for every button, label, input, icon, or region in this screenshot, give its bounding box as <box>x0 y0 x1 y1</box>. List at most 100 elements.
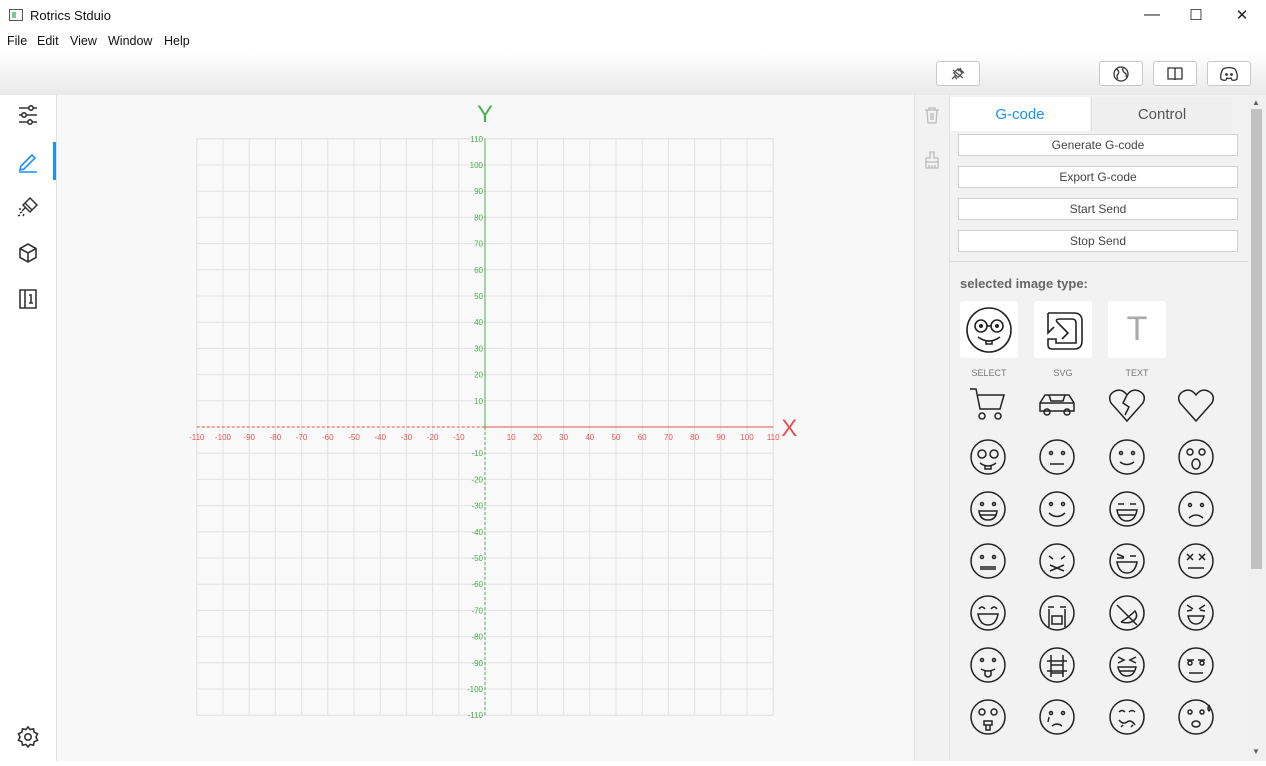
disconnect-button[interactable] <box>936 61 980 86</box>
gallery-item[interactable] <box>966 539 1010 583</box>
menu-file[interactable]: File <box>7 34 27 48</box>
y-tick-label: -60 <box>471 580 483 589</box>
left-sidebar <box>0 95 57 761</box>
close-button[interactable]: ✕ <box>1219 0 1265 30</box>
3d-print-nav-button[interactable] <box>14 239 42 267</box>
crying-face-icon <box>1039 595 1075 631</box>
y-tick-label: 10 <box>474 397 483 406</box>
sick-face-icon <box>1109 699 1145 735</box>
delete-button[interactable] <box>924 106 940 129</box>
window-title: Rotrics Stduio <box>30 8 111 23</box>
gallery-item[interactable] <box>1174 695 1218 739</box>
select-type-label: SELECT <box>971 368 1007 378</box>
x-tick-label: 110 <box>767 433 780 442</box>
settings-nav-button[interactable] <box>14 101 42 129</box>
gallery-item[interactable] <box>1174 435 1218 479</box>
gallery-item[interactable] <box>1174 643 1218 687</box>
x-tick-label: 30 <box>559 433 568 442</box>
gallery-item[interactable] <box>1174 487 1218 531</box>
discord-icon <box>1220 66 1238 81</box>
gallery-item[interactable] <box>966 435 1010 479</box>
tab-control[interactable]: Control <box>1091 97 1232 131</box>
preferences-button[interactable] <box>14 723 42 751</box>
globe-button[interactable] <box>1099 61 1143 86</box>
x-tick-label: -20 <box>427 433 439 442</box>
unamused-face-icon <box>1178 647 1214 683</box>
gallery-item[interactable] <box>1035 539 1079 583</box>
y-tick-label: 20 <box>474 371 483 380</box>
app-icon <box>9 9 23 21</box>
gallery-item[interactable] <box>1105 539 1149 583</box>
gallery-item[interactable] <box>966 643 1010 687</box>
gallery-item[interactable] <box>1035 591 1079 635</box>
code-nav-button[interactable] <box>14 285 42 313</box>
x-tick-label: 100 <box>740 433 754 442</box>
gallery-item[interactable] <box>1035 435 1079 479</box>
stop-send-button[interactable]: Stop Send <box>958 230 1238 252</box>
start-send-button[interactable]: Start Send <box>958 198 1238 220</box>
book-info-icon <box>19 289 37 309</box>
grin-face-icon <box>970 491 1006 527</box>
gallery-item[interactable] <box>1105 695 1149 739</box>
book-icon <box>1167 66 1183 80</box>
gallery-item[interactable] <box>1105 435 1149 479</box>
gallery-item[interactable] <box>1105 643 1149 687</box>
text-type-card[interactable]: T <box>1108 301 1166 358</box>
gallery-item[interactable] <box>1174 383 1218 427</box>
tongue-wow-face-icon <box>970 699 1006 735</box>
squint-grin-face-icon <box>1109 647 1145 683</box>
cart-icon <box>970 388 1005 420</box>
gallery-item[interactable] <box>966 487 1010 531</box>
discord-button[interactable] <box>1207 61 1251 86</box>
surprised-face-icon <box>1178 439 1214 475</box>
scroll-down-icon[interactable]: ▼ <box>1252 747 1260 756</box>
x-tick-label: 10 <box>507 433 516 442</box>
scroll-up-icon[interactable]: ▲ <box>1252 98 1260 107</box>
y-tick-label: 50 <box>474 292 483 301</box>
menu-view[interactable]: View <box>70 34 97 48</box>
smile-face-icon <box>1109 439 1145 475</box>
menu-edit[interactable]: Edit <box>37 34 59 48</box>
sweat-face-icon <box>1178 699 1214 735</box>
y-tick-label: 100 <box>470 161 484 170</box>
gallery-item[interactable] <box>1035 695 1079 739</box>
scroll-thumb[interactable] <box>1251 109 1262 569</box>
menu-bar: File Edit View Window Help <box>0 30 1266 52</box>
menu-window[interactable]: Window <box>108 34 152 48</box>
zipped-face-icon <box>1039 543 1075 579</box>
panel-scrollbar[interactable]: ▲ ▼ <box>1248 95 1266 761</box>
minimize-button[interactable]: — <box>1129 0 1175 30</box>
gallery-item[interactable] <box>966 695 1010 739</box>
maximize-button[interactable]: ☐ <box>1173 0 1219 30</box>
broken-heart-icon <box>1108 389 1146 423</box>
laser-nav-button[interactable] <box>14 193 42 221</box>
export-gcode-button[interactable]: Export G-code <box>958 166 1238 188</box>
x-tick-label: 90 <box>716 433 725 442</box>
gallery-item[interactable] <box>1174 591 1218 635</box>
dizzy-face-icon <box>1178 543 1214 579</box>
gallery-item[interactable] <box>966 383 1010 427</box>
pen-icon <box>18 153 37 173</box>
tab-gcode[interactable]: G-code <box>950 97 1090 131</box>
clear-button[interactable] <box>924 151 940 174</box>
gallery-item[interactable] <box>1035 383 1079 427</box>
cube-icon <box>19 243 37 263</box>
gallery-item[interactable] <box>1105 591 1149 635</box>
gallery-item[interactable] <box>1174 539 1218 583</box>
x-tick-label: 20 <box>533 433 542 442</box>
docs-button[interactable] <box>1153 61 1197 86</box>
gallery-item[interactable] <box>1035 487 1079 531</box>
x-tick-label: -90 <box>243 433 255 442</box>
gallery-item[interactable] <box>966 591 1010 635</box>
generate-gcode-button[interactable]: Generate G-code <box>958 134 1238 156</box>
menu-help[interactable]: Help <box>164 34 190 48</box>
car-icon <box>1039 394 1075 416</box>
svg-type-card[interactable] <box>1034 301 1092 358</box>
y-tick-label: -10 <box>471 449 483 458</box>
select-type-card[interactable] <box>960 301 1018 358</box>
gallery-item[interactable] <box>1105 383 1149 427</box>
workspace-canvas[interactable]: -110 -110 -100 -100 -90 -90 -80 -80 -70 -70 -60 -60… <box>57 95 914 761</box>
gallery-item[interactable] <box>1035 643 1079 687</box>
gallery-item[interactable] <box>1105 487 1149 531</box>
write-draw-nav-button[interactable] <box>14 147 42 175</box>
